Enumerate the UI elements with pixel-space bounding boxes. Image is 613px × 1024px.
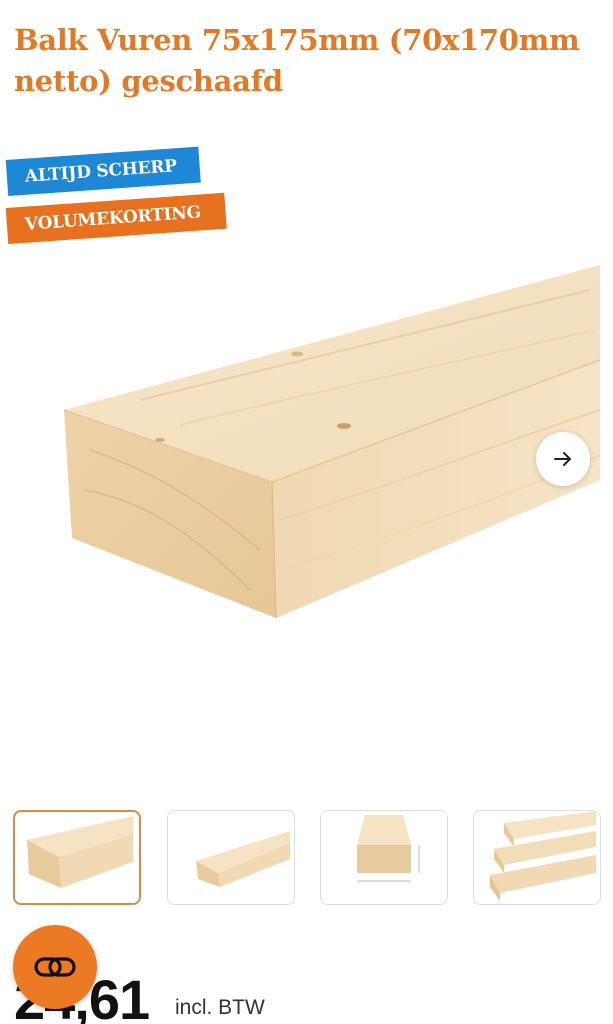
arrow-right-icon	[554, 452, 571, 466]
gallery-next-button[interactable]	[536, 432, 590, 486]
thumbnail-4[interactable]	[473, 810, 601, 905]
compare-link-icon	[34, 957, 76, 977]
badge-altijd-scherp: ALTIJD SCHERP	[5, 146, 201, 196]
vat-label: incl. BTW	[175, 996, 265, 1019]
thumbnail-dimension-image	[357, 815, 420, 882]
wood-beam-image	[63, 265, 601, 619]
compare-fab-button[interactable]	[13, 925, 97, 1009]
product-title: Balk Vuren 75x175mm (70x170mm netto) ges…	[14, 23, 580, 98]
thumbnail-2[interactable]	[167, 810, 295, 905]
product-main-image[interactable]	[0, 250, 613, 760]
thumbnail-3[interactable]	[320, 810, 448, 905]
badge-volumekorting: VOLUMEKORTING	[5, 192, 227, 244]
thumbnail-stack-image	[490, 811, 596, 901]
thumbnail-beam-image	[196, 831, 290, 887]
thumbnail-1[interactable]	[13, 810, 141, 905]
thumbnail-beam-image	[27, 816, 133, 888]
gallery-thumbnails	[13, 810, 603, 906]
